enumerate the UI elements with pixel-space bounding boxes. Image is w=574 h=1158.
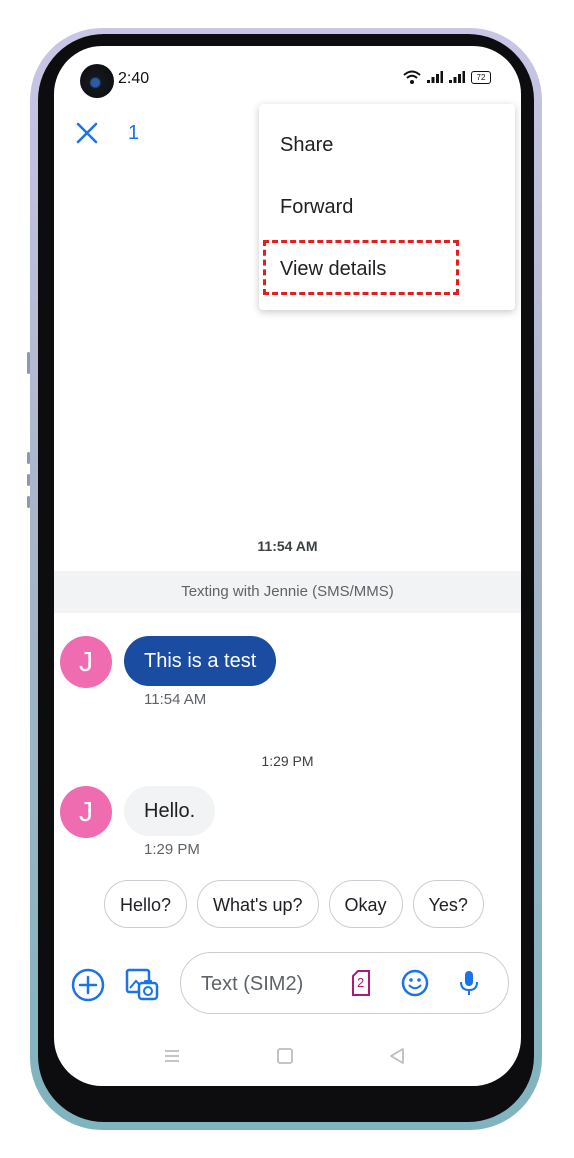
gallery-icon[interactable] (124, 967, 160, 1003)
highlight-box (263, 240, 459, 295)
smart-reply-chip[interactable]: Hello? (104, 880, 188, 928)
compose-box: 2 (180, 952, 509, 1014)
menu-item-forward[interactable]: Forward (280, 196, 353, 219)
avatar[interactable]: J (60, 786, 112, 838)
conversation-timestamp: 11:54 AM (257, 538, 318, 554)
smart-reply-chip[interactable]: What's up? (197, 880, 319, 928)
message-bubble[interactable]: This is a test (124, 636, 277, 686)
status-time: 2:40 (118, 70, 150, 87)
message-input[interactable] (199, 969, 353, 999)
home-icon[interactable] (275, 1046, 295, 1066)
side-button (27, 452, 30, 464)
menu-item-share[interactable]: Share (280, 134, 333, 157)
conversation-info: Texting with Jennie (SMS/MMS) (54, 571, 521, 613)
close-icon[interactable] (74, 120, 100, 146)
side-button (27, 474, 30, 486)
microphone-icon[interactable] (457, 969, 481, 997)
wifi-icon (403, 70, 421, 84)
message-time: 1:29 PM (144, 841, 200, 858)
menu-icon[interactable] (162, 1046, 182, 1066)
avatar[interactable]: J (60, 636, 112, 688)
message-time: 11:54 AM (144, 691, 207, 708)
signal-icon (449, 71, 465, 83)
side-button (27, 496, 30, 508)
battery-icon: 72 (471, 70, 491, 84)
phone-screen: 2:40 72 1 Share Forward View details 11:… (54, 46, 521, 1086)
conversation-timestamp: 1:29 PM (261, 753, 314, 769)
status-icons: 72 (403, 70, 491, 84)
sim-icon[interactable]: 2 (351, 970, 371, 996)
selected-count: 1 (128, 122, 140, 144)
sim-number: 2 (357, 975, 365, 990)
overflow-menu: Share Forward View details (259, 104, 515, 310)
signal-icon (427, 71, 443, 83)
smart-reply-chip[interactable]: Okay (328, 880, 403, 928)
system-nav-bar (54, 1042, 521, 1072)
message-bubble[interactable]: Hello. (124, 786, 216, 836)
front-camera (80, 64, 114, 98)
emoji-icon[interactable] (401, 969, 429, 997)
back-icon[interactable] (387, 1046, 407, 1066)
smart-reply-chip[interactable]: Yes? (412, 880, 484, 928)
smart-replies: Hello? What's up? Okay Yes? (104, 880, 484, 928)
side-button (27, 352, 30, 374)
add-icon[interactable] (70, 967, 106, 1003)
